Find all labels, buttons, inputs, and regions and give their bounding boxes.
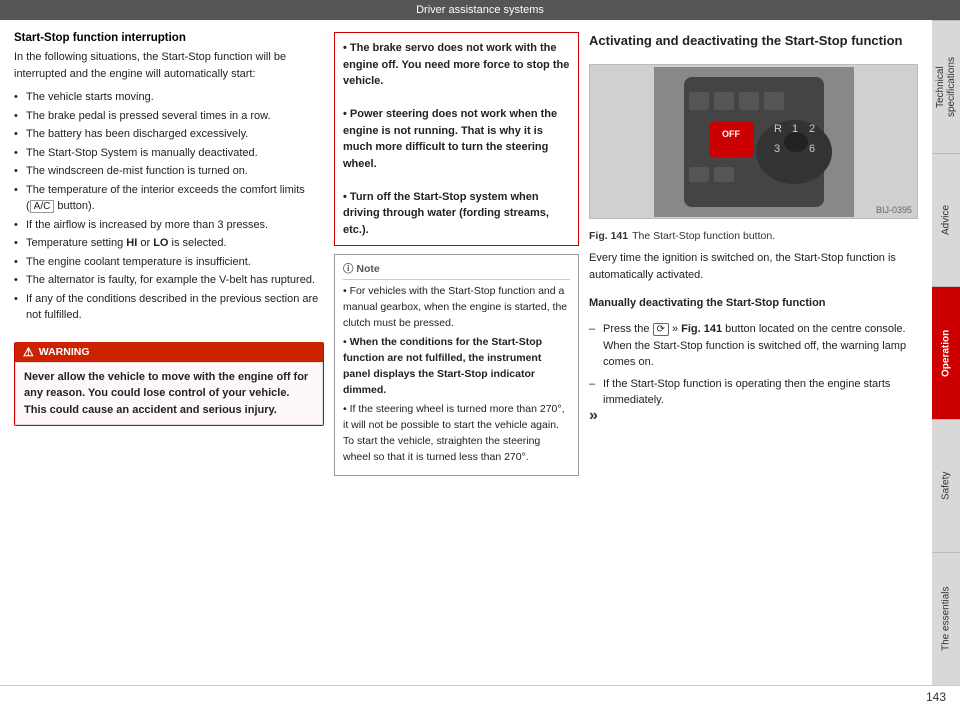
figure-caption: Fig. 141 The Start-Stop function button. [589, 230, 918, 242]
page-number: 143 [926, 690, 946, 704]
note-box: ⓘ Note • For vehicles with the Start-Sto… [334, 254, 579, 476]
left-column: Start-Stop function interruption In the … [14, 32, 324, 675]
right-column: Activating and deactivating the Start-St… [589, 32, 918, 675]
list-item: The engine coolant temperature is insuff… [14, 254, 324, 271]
svg-text:R: R [774, 123, 782, 135]
note-item-2: • When the conditions for the Start-Stop… [343, 335, 570, 398]
dash-item-2: If the Start-Stop function is operating … [589, 376, 918, 409]
car-image-area: R 1 2 3 5 6 OFF [589, 64, 918, 219]
warning-label: WARNING [39, 346, 90, 358]
list-item: Temperature setting HI or LO is selected… [14, 235, 324, 252]
image-label: BIJ-0395 [876, 205, 912, 215]
list-item: The Start-Stop System is manually deacti… [14, 145, 324, 162]
list-item: The vehicle starts moving. [14, 89, 324, 106]
note-header: ⓘ Note [343, 261, 570, 280]
sidebar-tab-essentials[interactable]: The essentials [932, 552, 960, 685]
svg-text:OFF: OFF [722, 129, 740, 139]
right-subheading: Manually deactivating the Start-Stop fun… [589, 297, 918, 309]
arrow-right-icon: » [589, 407, 918, 425]
bottom-bar: 143 [0, 685, 960, 708]
right-sidebar: Technical specifications Advice Operatio… [932, 20, 960, 685]
red-box-line-1: • The brake servo does not work with the… [343, 40, 570, 90]
warning-header: ⚠ WARNING [15, 342, 323, 362]
car-dashboard-svg: R 1 2 3 5 6 OFF [654, 67, 854, 217]
list-item: If the airflow is increased by more than… [14, 217, 324, 234]
dash-item-1: Press the ⟳ » Fig. 141 button located on… [589, 321, 918, 371]
note-icon: ⓘ [343, 263, 354, 275]
right-heading: Activating and deactivating the Start-St… [589, 32, 918, 50]
sidebar-tab-advice[interactable]: Advice [932, 153, 960, 286]
svg-text:3: 3 [774, 143, 780, 155]
red-box-line-3: • Turn off the Start-Stop system when dr… [343, 189, 570, 239]
list-item: The brake pedal is pressed several times… [14, 108, 324, 125]
list-item: The battery has been discharged excessiv… [14, 126, 324, 143]
figure-number: Fig. 141 [589, 230, 628, 242]
red-box-line-2: • Power steering does not work when the … [343, 106, 570, 172]
figure-caption-text: The Start-Stop function button. [632, 230, 775, 242]
list-item: The windscreen de-mist function is turne… [14, 163, 324, 180]
right-body-text: Every time the ignition is switched on, … [589, 250, 918, 283]
warning-icon: ⚠ [23, 345, 34, 359]
warning-box: ⚠ WARNING Never allow the vehicle to mov… [14, 342, 324, 427]
main-area: Start-Stop function interruption In the … [0, 20, 960, 685]
svg-text:2: 2 [809, 123, 815, 135]
sidebar-tab-safety[interactable]: Safety [932, 419, 960, 552]
note-body: • For vehicles with the Start-Stop funct… [343, 284, 570, 465]
body-text-content: Every time the ignition is switched on, … [589, 252, 896, 281]
note-label: Note [356, 263, 379, 275]
header-bar: Driver assistance systems [0, 0, 960, 20]
list-item: The temperature of the interior exceeds … [14, 182, 324, 215]
middle-column: • The brake servo does not work with the… [334, 32, 579, 675]
red-caution-box: • The brake servo does not work with the… [334, 32, 579, 246]
svg-text:6: 6 [809, 143, 815, 155]
dash-list: Press the ⟳ » Fig. 141 button located on… [589, 321, 918, 414]
left-section-heading: Start-Stop function interruption In the … [14, 32, 324, 326]
sidebar-tab-operation[interactable]: Operation [932, 286, 960, 419]
content-area: Start-Stop function interruption In the … [0, 20, 932, 685]
warning-body: Never allow the vehicle to move with the… [15, 362, 323, 426]
page-container: Driver assistance systems Start-Stop fun… [0, 0, 960, 708]
bullet-list: The vehicle starts moving. The brake ped… [14, 89, 324, 324]
list-item: The alternator is faulty, for example th… [14, 272, 324, 289]
two-col-layout: Start-Stop function interruption In the … [14, 32, 918, 675]
list-item: If any of the conditions described in th… [14, 291, 324, 324]
note-item-1: • For vehicles with the Start-Stop funct… [343, 284, 570, 331]
sidebar-tab-technical[interactable]: Technical specifications [932, 20, 960, 153]
note-item-3: • If the steering wheel is turned more t… [343, 402, 570, 465]
header-title: Driver assistance systems [416, 4, 544, 16]
